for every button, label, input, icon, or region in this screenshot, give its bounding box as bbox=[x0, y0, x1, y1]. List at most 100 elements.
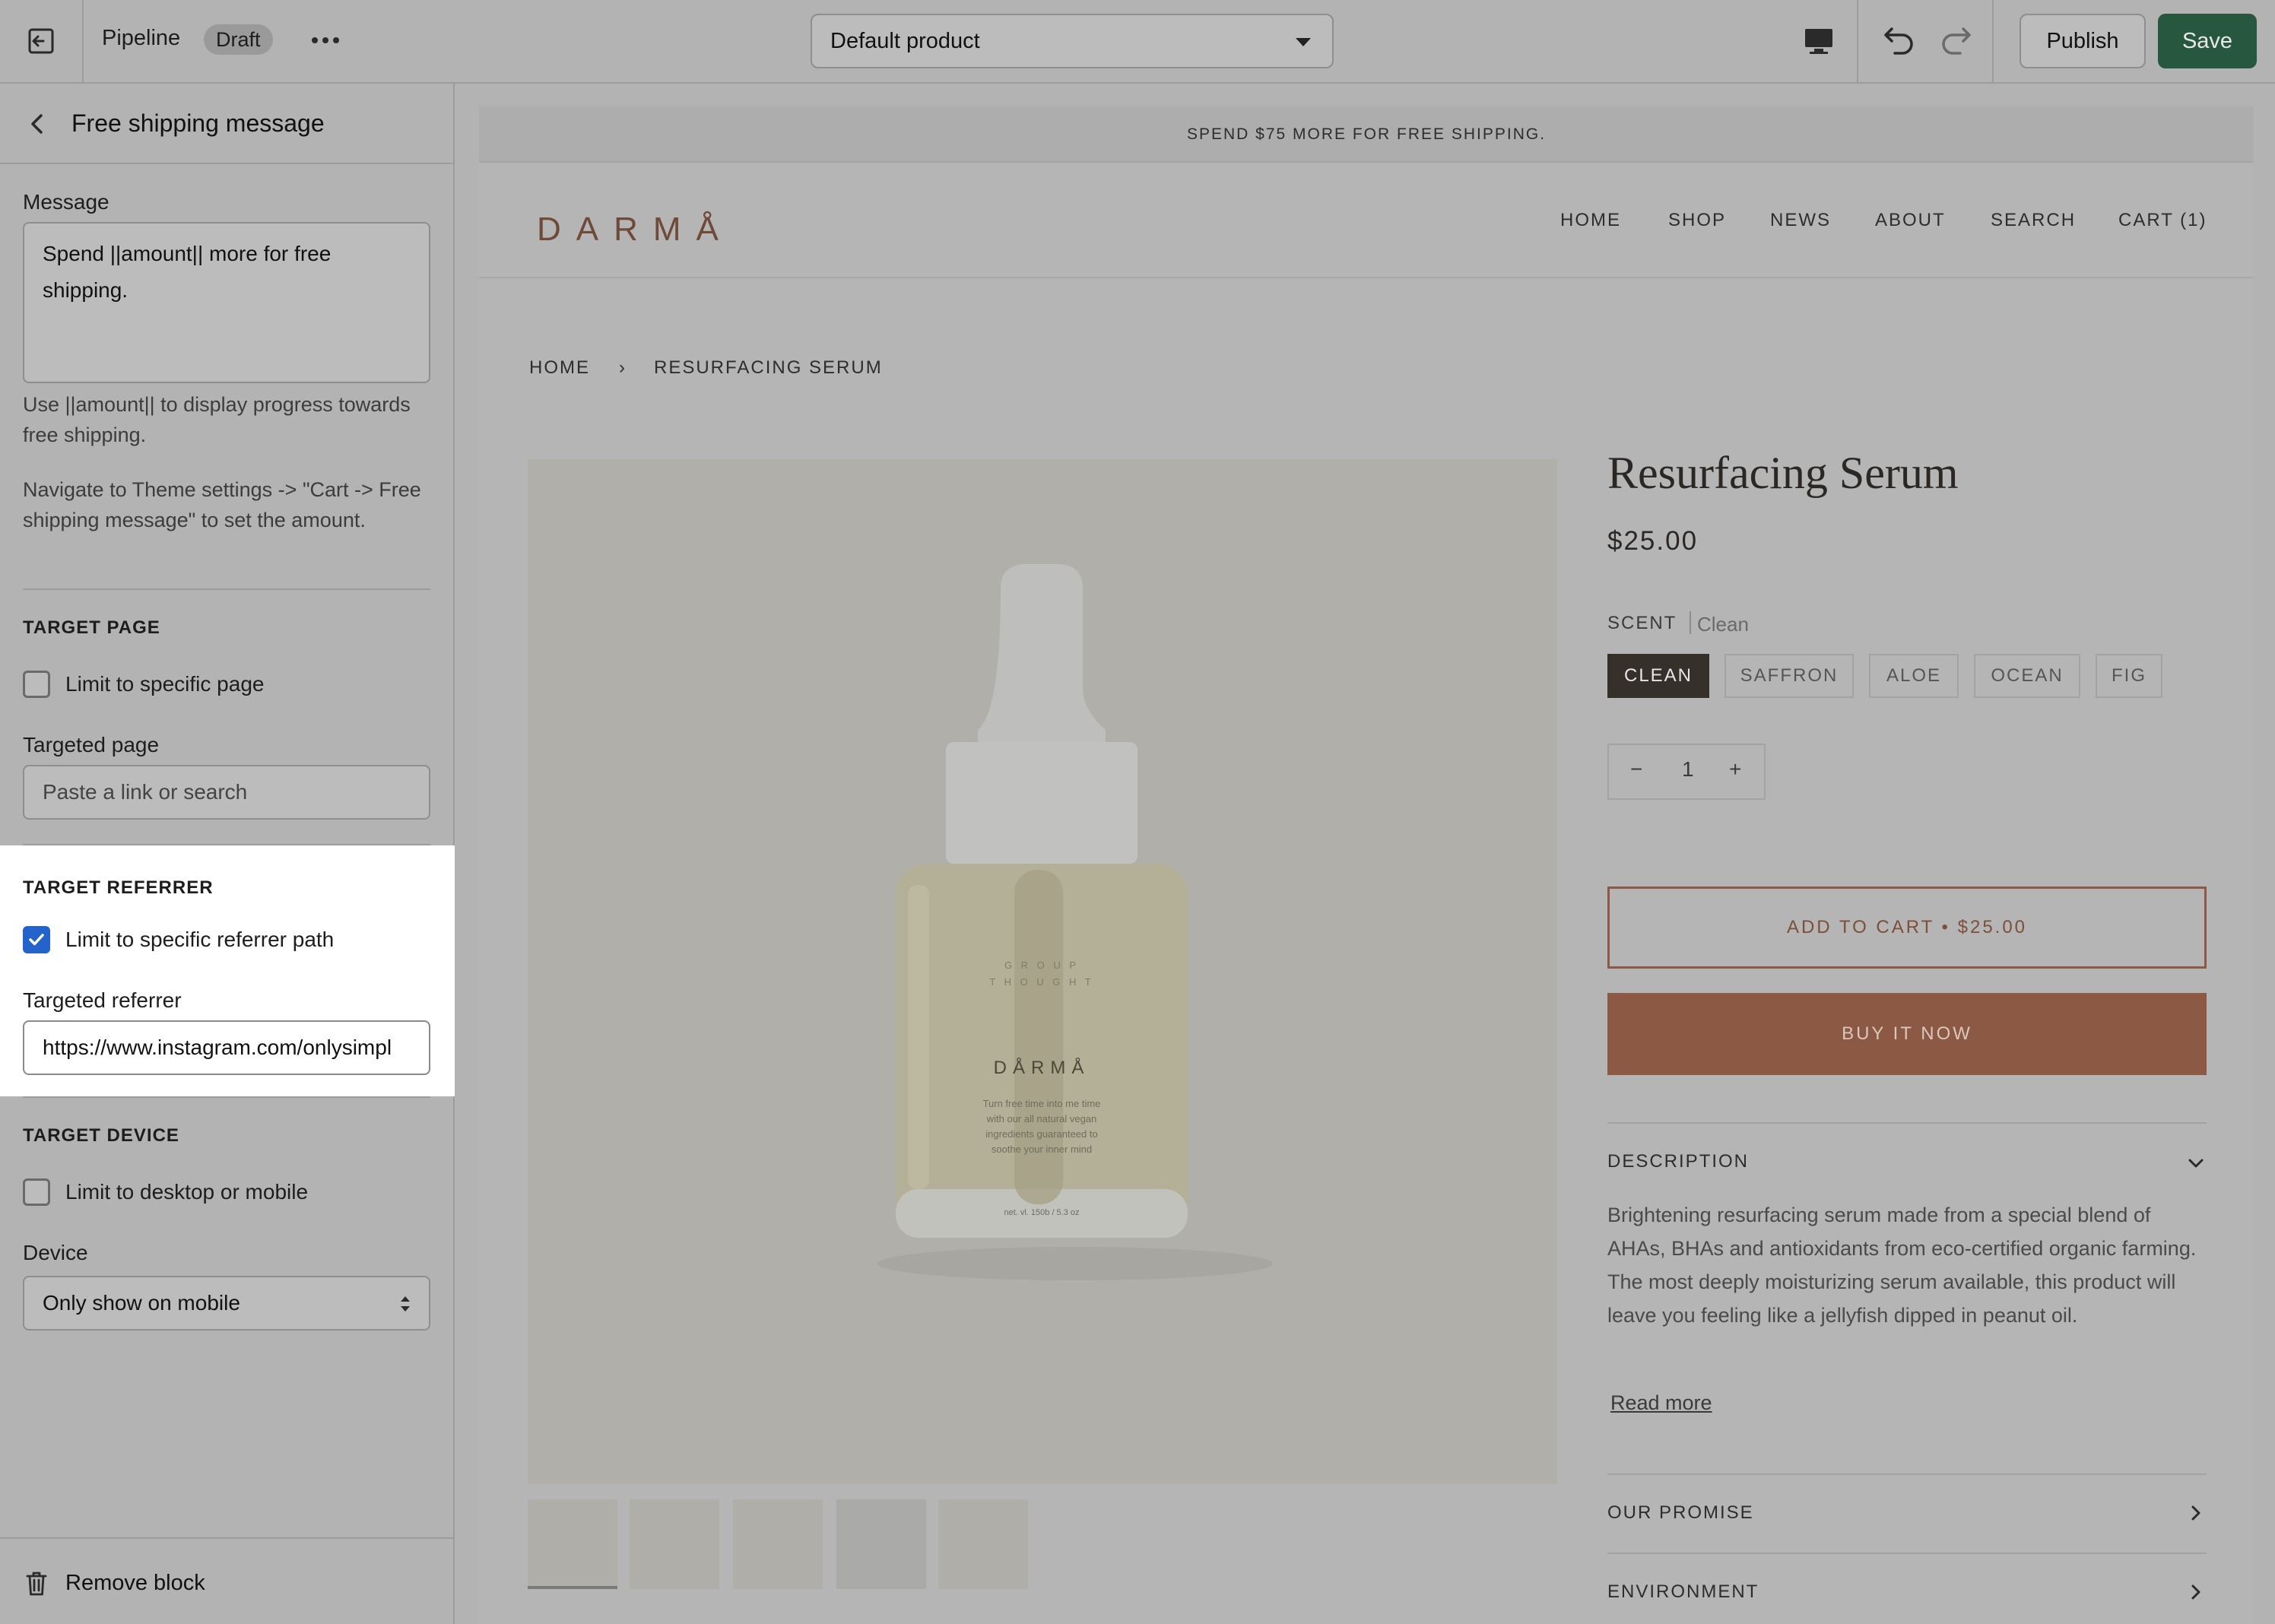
svg-text:net. vl. 150b / 5.3 oz: net. vl. 150b / 5.3 oz bbox=[1004, 1208, 1079, 1217]
svg-text:ingredients guaranteed to: ingredients guaranteed to bbox=[985, 1128, 1097, 1140]
chevron-down-icon[interactable] bbox=[2185, 1153, 2207, 1174]
target-referrer-section-title: TARGET REFERRER bbox=[23, 877, 214, 898]
device-select[interactable]: Only show on mobile bbox=[23, 1276, 430, 1331]
svg-text:Turn free time into me time: Turn free time into me time bbox=[983, 1098, 1101, 1109]
thumbnail[interactable] bbox=[938, 1499, 1028, 1589]
svg-text:soothe your inner mind: soothe your inner mind bbox=[992, 1143, 1092, 1155]
divider bbox=[1607, 1122, 2207, 1124]
quantity-stepper: − 1 + bbox=[1607, 744, 1766, 800]
chevron-right-icon[interactable] bbox=[2185, 1502, 2207, 1524]
more-actions-button[interactable] bbox=[310, 23, 341, 58]
scent-option-ocean[interactable]: OCEAN bbox=[1974, 654, 2080, 698]
description-accordion-title[interactable]: DESCRIPTION bbox=[1607, 1151, 1749, 1172]
exit-button[interactable] bbox=[0, 0, 84, 82]
store-preview: SPEND $75 MORE FOR FREE SHIPPING. DARMÅ … bbox=[479, 106, 2254, 1624]
nav-cart[interactable]: CART (1) bbox=[2118, 210, 2207, 231]
divider bbox=[1690, 611, 1691, 634]
scent-option-clean[interactable]: CLEAN bbox=[1607, 654, 1709, 698]
back-arrow-icon[interactable] bbox=[26, 111, 49, 137]
scent-option-aloe[interactable]: ALOE bbox=[1869, 654, 1959, 698]
quantity-decrease-button[interactable]: − bbox=[1630, 757, 1642, 782]
targeted-referrer-input[interactable]: https://www.instagram.com/onlysimpl bbox=[23, 1020, 430, 1075]
nav-shop[interactable]: SHOP bbox=[1668, 210, 1726, 231]
store-logo[interactable]: DARMÅ bbox=[537, 207, 727, 246]
limit-device-label: Limit to desktop or mobile bbox=[65, 1180, 309, 1204]
limit-page-checkbox[interactable] bbox=[23, 671, 50, 698]
announcement-bar: SPEND $75 MORE FOR FREE SHIPPING. bbox=[479, 106, 2254, 163]
svg-text:G R O U P: G R O U P bbox=[1004, 959, 1079, 971]
nav-home[interactable]: HOME bbox=[1560, 210, 1621, 231]
device-label: Device bbox=[23, 1241, 88, 1264]
limit-referrer-checkbox[interactable] bbox=[23, 926, 50, 953]
svg-text:DÅRMÅ: DÅRMÅ bbox=[994, 1057, 1090, 1078]
chevron-down-icon bbox=[1296, 38, 1311, 46]
scent-option-fig[interactable]: FIG bbox=[2096, 654, 2162, 698]
exit-icon bbox=[28, 28, 54, 54]
product-image[interactable]: G R O U P T H O U G H T DÅRMÅ Turn free … bbox=[528, 459, 1557, 1484]
breadcrumb-home[interactable]: HOME bbox=[529, 357, 590, 379]
dot-icon bbox=[312, 37, 318, 43]
remove-block-button[interactable]: Remove block bbox=[65, 1571, 205, 1596]
trash-icon[interactable] bbox=[24, 1571, 49, 1597]
message-textarea[interactable]: Spend ||amount|| more for free shipping. bbox=[23, 222, 430, 383]
svg-text:with our all natural vegan: with our all natural vegan bbox=[986, 1113, 1097, 1124]
sidebar-header: Free shipping message bbox=[0, 84, 453, 164]
device-select-value: Only show on mobile bbox=[43, 1291, 240, 1315]
buy-now-button[interactable]: BUY IT NOW bbox=[1607, 993, 2207, 1075]
thumbnail[interactable] bbox=[836, 1499, 926, 1589]
product-title: Resurfacing Serum bbox=[1607, 448, 1959, 498]
target-device-section-title: TARGET DEVICE bbox=[23, 1125, 179, 1146]
scent-value: Clean bbox=[1697, 613, 1749, 636]
read-more-link[interactable]: Read more bbox=[1610, 1391, 1712, 1415]
sidebar-title: Free shipping message bbox=[71, 109, 325, 137]
message-label: Message bbox=[23, 190, 109, 214]
targeted-page-input[interactable]: Paste a link or search bbox=[23, 765, 430, 820]
undo-icon[interactable] bbox=[1881, 21, 1918, 59]
our-promise-accordion-title[interactable]: OUR PROMISE bbox=[1607, 1502, 1754, 1524]
thumbnail[interactable] bbox=[733, 1499, 823, 1589]
quantity-increase-button[interactable]: + bbox=[1729, 757, 1741, 782]
scent-label: SCENT bbox=[1607, 613, 1677, 633]
divider bbox=[23, 588, 430, 590]
limit-device-checkbox[interactable] bbox=[23, 1178, 50, 1206]
sidebar-footer: Remove block bbox=[0, 1537, 453, 1624]
status-badge: Draft bbox=[204, 24, 273, 55]
divider bbox=[1857, 0, 1858, 82]
checkmark-icon bbox=[29, 934, 44, 946]
thumbnail[interactable] bbox=[630, 1499, 719, 1589]
select-arrows-icon bbox=[401, 1296, 410, 1312]
targeted-referrer-label: Targeted referrer bbox=[23, 988, 182, 1012]
thumbnail[interactable] bbox=[528, 1499, 617, 1589]
nav-about[interactable]: ABOUT bbox=[1875, 210, 1946, 231]
breadcrumb-separator: › bbox=[619, 357, 627, 378]
settings-sidebar: Free shipping message Message Spend ||am… bbox=[0, 84, 455, 1624]
nav-search[interactable]: SEARCH bbox=[1991, 210, 2076, 231]
dot-icon bbox=[333, 37, 339, 43]
theme-name: Pipeline bbox=[102, 26, 181, 50]
redo-icon[interactable] bbox=[1937, 21, 1974, 59]
limit-page-label: Limit to specific page bbox=[65, 672, 265, 696]
divider bbox=[23, 1096, 430, 1098]
product-price: $25.00 bbox=[1607, 526, 1699, 556]
desktop-icon[interactable] bbox=[1802, 24, 1836, 58]
divider bbox=[1607, 1553, 2207, 1554]
template-select[interactable]: Default product bbox=[811, 14, 1334, 68]
template-select-value: Default product bbox=[830, 29, 980, 53]
add-to-cart-button[interactable]: ADD TO CART • $25.00 bbox=[1607, 887, 2207, 969]
targeted-page-label: Targeted page bbox=[23, 733, 160, 756]
breadcrumb-current: RESURFACING SERUM bbox=[654, 357, 883, 378]
svg-text:T H O U G H T: T H O U G H T bbox=[989, 976, 1093, 988]
svg-text:DARMÅ: DARMÅ bbox=[537, 211, 727, 246]
top-bar: Pipeline Draft Default product Publish S… bbox=[0, 0, 2275, 84]
store-header: DARMÅ HOME SHOP NEWS ABOUT SEARCH CART (… bbox=[479, 163, 2254, 278]
environment-accordion-title[interactable]: ENVIRONMENT bbox=[1607, 1581, 1759, 1603]
scent-option-saffron[interactable]: SAFFRON bbox=[1724, 654, 1854, 698]
settings-help-text: Navigate to Theme settings -> "Cart -> F… bbox=[23, 478, 421, 531]
dot-icon bbox=[322, 37, 328, 43]
quantity-value[interactable]: 1 bbox=[1682, 757, 1694, 782]
save-button[interactable]: Save bbox=[2158, 14, 2257, 68]
target-page-section-title: TARGET PAGE bbox=[23, 617, 160, 638]
publish-button[interactable]: Publish bbox=[2020, 14, 2146, 68]
chevron-right-icon[interactable] bbox=[2185, 1581, 2207, 1603]
nav-news[interactable]: NEWS bbox=[1770, 210, 1831, 231]
